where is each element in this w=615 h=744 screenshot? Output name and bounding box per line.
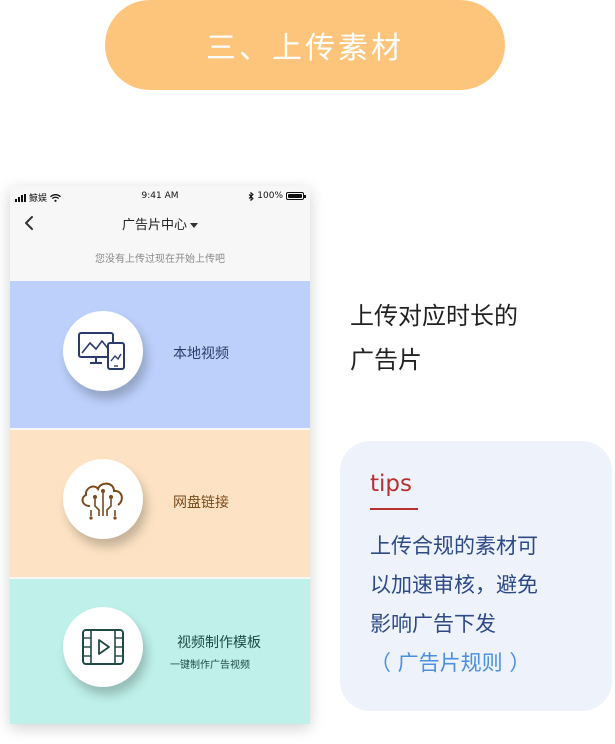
option-icon-circle (63, 459, 143, 539)
bluetooth-icon (248, 191, 254, 201)
status-bar: 鲸娱 9:41 AM 100% (10, 186, 310, 208)
option-local-video[interactable]: 本地视频 (10, 281, 310, 428)
tips-body: 上传合规的素材可 以加速审核，避免 影响广告下发 （ 广告片规则 ） (370, 527, 600, 683)
cloud-link-icon (81, 482, 123, 520)
battery-icon (286, 192, 306, 200)
tips-line: 上传合规的素材可 (370, 534, 538, 558)
tips-card: tips 上传合规的素材可 以加速审核，避免 影响广告下发 （ 广告片规则 ） (340, 441, 612, 711)
option-icon-circle (63, 311, 143, 391)
status-right: 100% (248, 191, 306, 201)
ad-rules-link[interactable]: （ 广告片规则 ） (370, 644, 600, 683)
monitor-phone-icon (78, 332, 125, 370)
option-label: 本地视频 (173, 346, 229, 362)
option-sublabel: 一键制作广告视频 (170, 660, 250, 671)
tips-line: 影响广告下发 (370, 612, 496, 636)
nav-title: 广告片中心 (121, 218, 187, 233)
option-cloud-link[interactable]: 网盘链接 (10, 430, 310, 577)
option-label: 视频制作模板 (177, 635, 261, 651)
tips-line: 以加速审核，避免 (370, 573, 538, 597)
option-label: 网盘链接 (173, 495, 229, 511)
nav-title-dropdown[interactable]: 广告片中心 (10, 214, 310, 233)
empty-hint: 您没有上传过现在开始上传吧 (95, 254, 225, 265)
section-title-pill: 三、上传素材 (105, 0, 505, 90)
film-play-icon (82, 629, 124, 665)
nav-bar: 广告片中心 (10, 208, 310, 238)
description: 上传对应时长的 广告片 (350, 294, 600, 382)
caret-down-icon (190, 223, 198, 228)
option-video-template[interactable]: 视频制作模板 一键制作广告视频 (10, 579, 310, 724)
phone-mockup: 鲸娱 9:41 AM 100% 广告片中心 您没有上传过现在开始上传吧 本地视频… (10, 186, 310, 724)
battery-percent: 100% (257, 191, 283, 201)
description-line: 广告片 (350, 346, 422, 374)
description-line: 上传对应时长的 (350, 302, 518, 330)
tips-title: tips (370, 471, 412, 497)
option-icon-circle (63, 607, 143, 687)
tips-underline (370, 508, 418, 510)
section-title: 三、上传素材 (206, 31, 404, 66)
